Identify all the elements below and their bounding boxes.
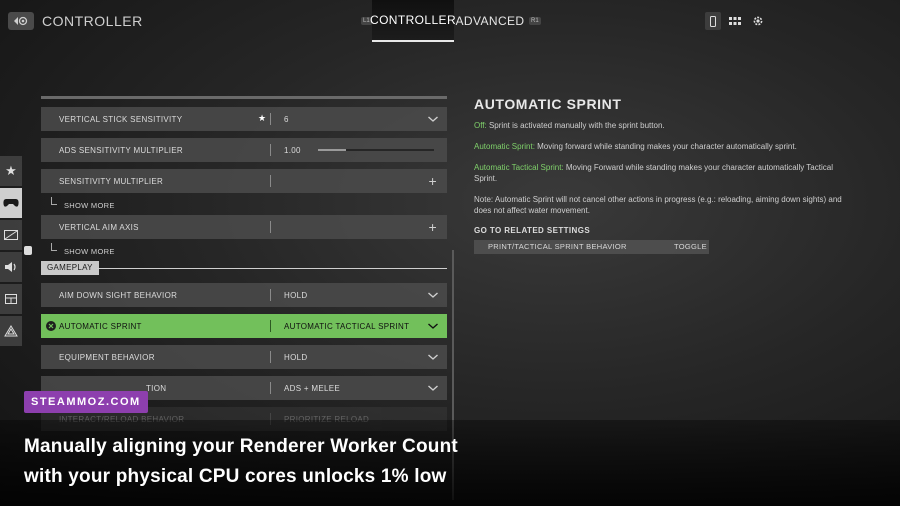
gamepad-icon bbox=[3, 199, 19, 207]
setting-value: AUTOMATIC TACTICAL SPRINT bbox=[284, 321, 410, 331]
setting-row-vertical-stick-sensitivity[interactable]: VERTICAL STICK SENSITIVITY ★ 6 bbox=[41, 107, 447, 131]
chevron-down-icon bbox=[428, 116, 438, 122]
tree-connector bbox=[51, 243, 57, 251]
setting-value: 1.00 bbox=[284, 145, 301, 155]
expand-plus-icon[interactable]: + bbox=[429, 174, 437, 188]
sidebar-item-interface[interactable] bbox=[0, 284, 22, 314]
slider-fill bbox=[318, 149, 346, 151]
watermark-badge: STEAMMOZ.COM bbox=[24, 391, 148, 413]
list-top-divider bbox=[41, 96, 447, 99]
setting-label: ADS SENSITIVITY MULTIPLIER bbox=[59, 145, 183, 155]
setting-row-automatic-sprint[interactable]: AUTOMATIC SPRINT AUTOMATIC TACTICAL SPRI… bbox=[41, 314, 447, 338]
setting-label: EQUIPMENT BEHAVIOR bbox=[59, 352, 155, 362]
interface-icon bbox=[5, 294, 17, 304]
row-divider bbox=[270, 382, 271, 394]
expand-plus-icon[interactable]: + bbox=[429, 220, 437, 234]
row-divider bbox=[270, 113, 271, 125]
tree-connector bbox=[51, 197, 57, 205]
ads-multiplier-slider[interactable] bbox=[318, 149, 434, 151]
section-line bbox=[97, 268, 447, 269]
related-value: TOGGLE bbox=[674, 242, 707, 251]
back-icon bbox=[14, 16, 28, 26]
section-label: GAMEPLAY bbox=[41, 261, 99, 275]
setting-label: VERTICAL AIM AXIS bbox=[59, 222, 139, 232]
tab-controller[interactable]: CONTROLLER bbox=[370, 0, 456, 42]
settings-button[interactable] bbox=[750, 12, 766, 30]
show-more-label: SHOW MORE bbox=[64, 247, 115, 256]
audio-icon bbox=[5, 262, 16, 272]
sidebar-item-favorites[interactable]: ★ bbox=[0, 156, 22, 186]
caption-line-2: with your physical CPU cores unlocks 1% … bbox=[24, 466, 447, 487]
page-title: CONTROLLER bbox=[42, 13, 143, 29]
setting-row-aim-down-sight-behavior[interactable]: AIM DOWN SIGHT BEHAVIOR HOLD bbox=[41, 283, 447, 307]
chevron-down-icon bbox=[428, 292, 438, 298]
detail-panel: AUTOMATIC SPRINT Off: Sprint is activate… bbox=[474, 96, 854, 254]
settings-list: VERTICAL STICK SENSITIVITY ★ 6 ADS SENSI… bbox=[41, 96, 447, 438]
setting-label: SENSITIVITY MULTIPLIER bbox=[59, 176, 164, 186]
top-bar: CONTROLLER L1 CONTROLLER ADVANCED R1 bbox=[0, 0, 900, 42]
info-marker bbox=[24, 246, 32, 255]
row-divider bbox=[270, 144, 271, 156]
setting-row-sensitivity-multiplier[interactable]: SENSITIVITY MULTIPLIER + bbox=[41, 169, 447, 193]
setting-label: TION bbox=[146, 383, 167, 393]
setting-label: AUTOMATIC SPRINT bbox=[59, 321, 142, 331]
row-divider bbox=[270, 289, 271, 301]
setting-value: HOLD bbox=[284, 290, 308, 300]
favorite-star-icon[interactable]: ★ bbox=[258, 114, 266, 123]
setting-value: 6 bbox=[284, 114, 289, 124]
auto-label: Automatic Sprint: bbox=[474, 142, 535, 151]
row-divider bbox=[270, 320, 271, 332]
setting-row-equipment-behavior[interactable]: EQUIPMENT BEHAVIOR HOLD bbox=[41, 345, 447, 369]
show-more-label: SHOW MORE bbox=[64, 201, 115, 210]
detail-automatic: Automatic Sprint: Moving forward while s… bbox=[474, 141, 854, 152]
related-settings-title: GO TO RELATED SETTINGS bbox=[474, 226, 591, 235]
sidebar-item-graphics[interactable] bbox=[0, 220, 22, 250]
reset-icon[interactable] bbox=[46, 321, 56, 331]
row-divider bbox=[270, 351, 271, 363]
chevron-down-icon bbox=[428, 354, 438, 360]
display-icon bbox=[4, 230, 18, 240]
section-header-gameplay: GAMEPLAY bbox=[41, 261, 447, 275]
caption-line-1: Manually aligning your Renderer Worker C… bbox=[24, 436, 458, 457]
sidebar-item-audio[interactable] bbox=[0, 252, 22, 282]
tactical-label: Automatic Tactical Sprint: bbox=[474, 163, 564, 172]
related-setting-sprint-behavior[interactable]: PRINT/TACTICAL SPRINT BEHAVIOR TOGGLE bbox=[474, 240, 709, 254]
category-sidebar: ★ bbox=[0, 156, 22, 348]
row-divider bbox=[270, 221, 271, 233]
show-more-sensitivity[interactable]: SHOW MORE bbox=[41, 197, 447, 215]
back-button[interactable] bbox=[8, 12, 34, 30]
controller-mode-icon bbox=[710, 15, 716, 27]
detail-title: AUTOMATIC SPRINT bbox=[474, 96, 622, 112]
row-divider bbox=[270, 175, 271, 187]
tab-advanced[interactable]: ADVANCED bbox=[456, 0, 525, 42]
related-label: PRINT/TACTICAL SPRINT BEHAVIOR bbox=[488, 242, 627, 251]
controller-mode-button[interactable] bbox=[705, 12, 721, 30]
setting-label: AIM DOWN SIGHT BEHAVIOR bbox=[59, 290, 178, 300]
detail-off: Off: Sprint is activated manually with t… bbox=[474, 120, 854, 131]
setting-value: ADS + MELEE bbox=[284, 383, 340, 393]
off-label: Off: bbox=[474, 121, 487, 130]
sidebar-item-network[interactable] bbox=[0, 316, 22, 346]
chevron-down-icon bbox=[428, 323, 438, 329]
setting-label: VERTICAL STICK SENSITIVITY bbox=[59, 114, 183, 124]
auto-text: Moving forward while standing makes your… bbox=[534, 142, 797, 151]
detail-tactical: Automatic Tactical Sprint: Moving Forwar… bbox=[474, 162, 854, 184]
sidebar-item-controller[interactable] bbox=[0, 188, 22, 218]
setting-value: HOLD bbox=[284, 352, 308, 362]
r1-hint: R1 bbox=[529, 17, 541, 25]
star-icon: ★ bbox=[5, 163, 17, 178]
detail-note: Note: Automatic Sprint will not cancel o… bbox=[474, 195, 842, 215]
show-more-aim-axis[interactable]: SHOW MORE bbox=[41, 243, 447, 261]
setting-row-vertical-aim-axis[interactable]: VERTICAL AIM AXIS + bbox=[41, 215, 447, 239]
network-icon bbox=[4, 325, 18, 337]
caption-backdrop bbox=[0, 420, 900, 506]
grid-button[interactable] bbox=[727, 12, 743, 30]
grid-icon bbox=[729, 16, 741, 25]
off-text: Sprint is activated manually with the sp… bbox=[486, 121, 665, 130]
chevron-down-icon bbox=[428, 385, 438, 391]
gear-icon bbox=[753, 16, 763, 26]
setting-row-ads-sensitivity-multiplier[interactable]: ADS SENSITIVITY MULTIPLIER 1.00 bbox=[41, 138, 447, 162]
